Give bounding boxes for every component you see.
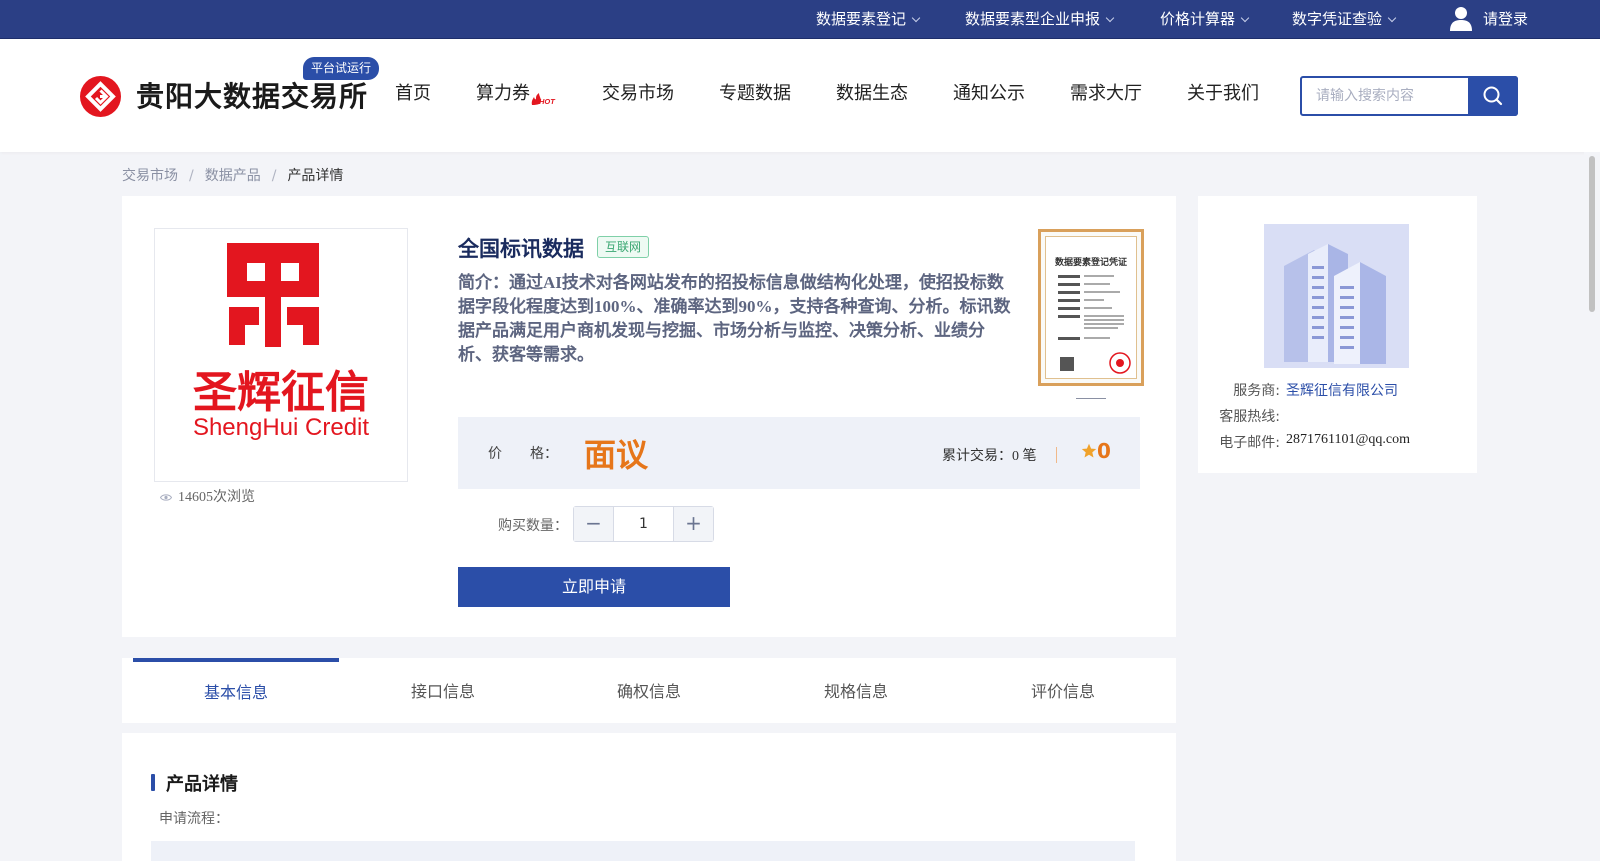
price-label: 价 格： <box>488 446 558 462</box>
search-icon <box>1483 86 1503 106</box>
quantity-stepper: − 1 + <box>573 506 714 542</box>
nav-data-ecosystem[interactable]: 数据生态 <box>836 82 908 106</box>
nav-home[interactable]: 首页 <box>395 82 431 106</box>
tab-spec-info[interactable]: 规格信息 <box>753 658 959 723</box>
quantity-input[interactable]: 1 <box>614 507 673 541</box>
service-provider-label: 服务商: <box>1233 383 1280 399</box>
decrease-button[interactable]: − <box>574 507 614 541</box>
breadcrumb-trading-market[interactable]: 交易市场 <box>122 168 178 184</box>
nav-trading-market[interactable]: 交易市场 <box>602 82 674 106</box>
breadcrumb-current: 产品详情 <box>287 168 344 184</box>
trades-label: 累计交易： <box>942 449 1012 464</box>
hot-icon: HOT <box>531 93 556 106</box>
increase-button[interactable]: + <box>673 507 713 541</box>
eye-icon <box>160 494 172 501</box>
scrollbar-thumb[interactable] <box>1589 156 1595 312</box>
topbar-item-label: 价格计算器 <box>1160 10 1236 28</box>
apply-flow-label: 申请流程： <box>159 811 229 827</box>
certificate-inner: 数据要素登记凭证 <box>1045 236 1137 379</box>
trades-count: 0 <box>1012 449 1019 464</box>
star-icon <box>1081 443 1097 458</box>
topbar-item-label: 数据要素登记 <box>816 10 907 28</box>
search-box <box>1300 76 1518 116</box>
logo-mark-icon[interactable] <box>80 76 121 117</box>
service-provider-value[interactable]: 圣辉征信有限公司 <box>1286 380 1398 400</box>
chevron-down-icon <box>1387 13 1397 23</box>
price-value: 面议 <box>584 436 649 474</box>
logo-text-en: ShengHui Credit <box>193 414 369 441</box>
nav-notices[interactable]: 通知公示 <box>953 82 1025 106</box>
certificate-image[interactable]: 数据要素登记凭证 <box>1038 229 1144 386</box>
chevron-down-icon <box>1240 13 1250 23</box>
breadcrumb-separator: / <box>271 168 277 184</box>
topbar-item-label: 数据要素型企业申报 <box>965 10 1101 28</box>
quantity-label: 购买数量： <box>498 518 568 534</box>
topbar-item-data-registration[interactable]: 数据要素登记 <box>816 0 921 39</box>
section-marker <box>151 774 155 791</box>
topbar-item-label: 数字凭证查验 <box>1292 10 1383 28</box>
hot-label: HOT <box>539 97 556 106</box>
breadcrumb-separator: / <box>189 168 194 184</box>
tab-rights-info[interactable]: 确权信息 <box>546 658 752 723</box>
search-button[interactable] <box>1468 76 1518 116</box>
topbar-item-enterprise-declaration[interactable]: 数据要素型企业申报 <box>965 0 1115 39</box>
chevron-down-icon <box>911 13 921 23</box>
trial-badge: 平台试运行 <box>303 57 379 80</box>
trade-count: 累计交易：0 笔 <box>942 445 1037 465</box>
tab-reviews[interactable]: 评价信息 <box>960 658 1166 723</box>
hotline-label: 客服热线: <box>1219 409 1280 425</box>
category-tag: 互联网 <box>597 236 650 258</box>
certificate-title: 数据要素登记凭证 <box>1054 258 1127 268</box>
breadcrumb: 交易市场 / 数据产品 / 产品详情 <box>122 165 343 185</box>
shenghui-credit-logo: 圣辉征信 ShengHui Credit <box>193 243 369 441</box>
divider <box>1056 447 1057 463</box>
view-count: 14605次浏览 <box>160 486 255 506</box>
tab-interface-info[interactable]: 接口信息 <box>340 658 546 723</box>
nav-topic-data[interactable]: 专题数据 <box>719 82 791 106</box>
email-value: 2871761101@qq.com <box>1286 432 1410 447</box>
building-illustration <box>1264 224 1409 368</box>
chevron-down-icon <box>1105 13 1115 23</box>
apply-flow-content <box>151 841 1135 861</box>
certificate-indicator <box>1076 398 1106 399</box>
product-title: 全国标讯数据 <box>458 237 584 261</box>
trades-unit: 笔 <box>1022 449 1037 464</box>
nav-compute-voucher[interactable]: 算力券 <box>476 82 530 106</box>
site-name[interactable]: 贵阳大数据交易所 <box>136 75 368 115</box>
detail-heading: 产品详情 <box>166 774 238 795</box>
logo-text-cn: 圣辉征信 <box>193 367 369 418</box>
nav-demand-hall[interactable]: 需求大厅 <box>1070 82 1142 106</box>
view-count-text: 14605次浏览 <box>178 490 255 505</box>
price-panel: 价 格： 面议 累计交易：0 笔 0 <box>458 417 1140 489</box>
apply-button[interactable]: 立即申请 <box>458 567 730 607</box>
login-link[interactable]: 请登录 <box>1483 0 1528 39</box>
certificate-body <box>1058 275 1131 374</box>
topbar-item-certificate-check[interactable]: 数字凭证查验 <box>1292 0 1397 39</box>
rating-value: 0 <box>1097 439 1111 463</box>
search-input[interactable] <box>1302 78 1470 114</box>
product-intro: 简介：通过AI技术对各网站发布的招投标信息做结构化处理，使招投标数据字段化程度达… <box>458 273 1011 364</box>
rating: 0 <box>1081 439 1111 463</box>
nav-about-us[interactable]: 关于我们 <box>1187 82 1259 106</box>
breadcrumb-data-products[interactable]: 数据产品 <box>205 168 261 184</box>
topbar-item-price-calculator[interactable]: 价格计算器 <box>1160 0 1250 39</box>
top-utility-bar: 数据要素登记 数据要素型企业申报 价格计算器 数字凭证查验 请登录 <box>0 0 1600 39</box>
product-logo: 圣辉征信 ShengHui Credit <box>154 228 408 482</box>
email-label: 电子邮件: <box>1219 435 1280 451</box>
tab-basic-info[interactable]: 基本信息 <box>133 658 339 723</box>
user-icon[interactable] <box>1449 6 1473 32</box>
